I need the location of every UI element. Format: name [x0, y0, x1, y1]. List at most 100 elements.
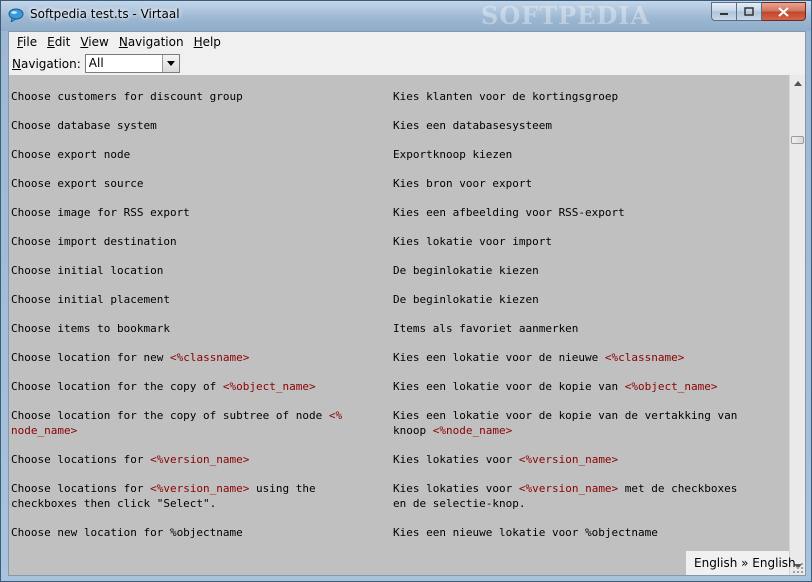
placeable-variable: <%version_name> [518, 482, 619, 495]
target-text[interactable]: Kies klanten voor de kortingsgroep [393, 89, 773, 104]
menu-edit-label: dit [54, 35, 71, 49]
source-text: Choose customers for discount group [11, 89, 381, 104]
scrollbar-thumb[interactable] [791, 136, 804, 144]
dropdown-arrow-button[interactable] [161, 55, 179, 72]
menu-file[interactable]: File [12, 32, 42, 52]
menu-navigation[interactable]: Navigation [114, 32, 189, 52]
language-pair-status[interactable]: English » English [686, 551, 796, 575]
source-text: Choose location for the copy of <%object… [11, 379, 381, 394]
navigation-filter-label: Navigation: [12, 57, 81, 71]
menu-edit[interactable]: Edit [42, 32, 75, 52]
chevron-down-icon [166, 61, 175, 66]
window-title: Softpedia test.ts - Virtaal [30, 7, 180, 21]
placeable-variable: <%version_name> [518, 453, 619, 466]
source-text: Choose image for RSS export [11, 205, 381, 220]
maximize-icon [744, 6, 754, 16]
close-icon [778, 6, 789, 17]
target-text[interactable]: Kies lokatie voor import [393, 234, 773, 249]
segment-text: Kies lokaties voor [393, 482, 519, 495]
segment-text: Choose locations for [11, 482, 151, 495]
segment-text: Choose items to bookmark [11, 322, 170, 335]
placeable-variable: <%classname> [169, 351, 250, 364]
menu-bar: File Edit View Navigation Help [9, 32, 805, 52]
menu-help-accelerator: H [193, 35, 203, 49]
segment-text: Choose location for new [11, 351, 170, 364]
segment-text: Kies lokaties voor [393, 453, 519, 466]
maximize-button[interactable] [737, 2, 762, 21]
menu-navigation-label: avigation [127, 35, 184, 49]
navigation-label-accelerator: N [12, 56, 21, 71]
segment-text: Choose database system [11, 119, 157, 132]
source-text: Choose items to bookmark [11, 321, 381, 336]
target-text[interactable]: De beginlokatie kiezen [393, 263, 773, 278]
segment-text: Kies een lokatie voor de nieuwe [393, 351, 605, 364]
window-controls [711, 2, 806, 22]
segment-text: Choose image for RSS export [11, 206, 190, 219]
placeable-variable: <%version_name> [150, 453, 250, 466]
resize-grip-icon[interactable] [789, 559, 805, 575]
placeable-variable: <%version_name> [150, 482, 250, 495]
menu-file-label: ile [23, 35, 38, 49]
segment-text: Kies een databasesysteem [393, 119, 552, 132]
segment-text: Kies een nieuwe lokatie voor %objectname [393, 526, 658, 539]
source-text: Choose location for the copy of subtree … [11, 408, 381, 438]
softpedia-watermark: SOFTPEDIA [481, 1, 651, 30]
application-window: Softpedia test.ts - Virtaal SOFTPEDIA Fi… [0, 0, 812, 582]
source-text: Choose initial placement [11, 292, 381, 307]
segment-text: Choose initial placement [11, 293, 170, 306]
menu-navigation-accelerator: N [118, 35, 128, 49]
target-text[interactable]: Kies bron voor export [393, 176, 773, 191]
virtaal-logo-icon [8, 8, 24, 22]
navigation-toolbar: Navigation: All [9, 52, 805, 75]
target-text[interactable]: Kies lokaties voor <%version_name> met d… [393, 481, 773, 511]
scroll-up-button[interactable] [790, 75, 805, 92]
source-text: Choose database system [11, 118, 381, 133]
source-text: Choose export source [11, 176, 381, 191]
source-text: Choose initial location [11, 263, 381, 278]
translation-unit-list[interactable]: Choose customers for discount group Kies … [9, 75, 789, 575]
segment-text: Kies een lokatie voor de kopie van [393, 380, 625, 393]
segment-text: De beginlokatie kiezen [393, 293, 539, 306]
scroll-up-arrow-icon [793, 81, 802, 86]
source-text: Choose export node [11, 147, 381, 162]
target-text[interactable]: Kies een databasesysteem [393, 118, 773, 133]
menu-help[interactable]: Help [189, 32, 226, 52]
placeable-variable: <%object_name> [222, 380, 316, 393]
source-text: Choose locations for <%version_name> [11, 452, 381, 467]
menu-edit-accelerator: E [47, 35, 55, 49]
minimize-button[interactable] [711, 2, 737, 21]
segment-text: Choose export source [11, 177, 144, 190]
placeable-variable: <%node_name> [432, 424, 513, 437]
vertical-scrollbar[interactable] [789, 75, 805, 575]
segment-text: Exportknoop kiezen [393, 148, 513, 161]
segment-text: Choose initial location [11, 264, 164, 277]
navigation-label-text: avigation: [20, 56, 81, 71]
navigation-filter-value: All [88, 56, 104, 70]
menu-view[interactable]: View [75, 32, 113, 52]
target-text[interactable]: Kies een lokatie voor de kopie van <%obj… [393, 379, 773, 394]
source-text: Choose import destination [11, 234, 381, 249]
source-text: Choose location for new <%classname> [11, 350, 381, 365]
target-text[interactable]: Items als favoriet aanmerken [393, 321, 773, 336]
target-text[interactable]: Kies lokaties voor <%version_name> [393, 452, 773, 467]
target-text[interactable]: Kies een nieuwe lokatie voor %objectname [393, 525, 773, 540]
segment-text: Kies lokatie voor import [393, 235, 552, 248]
segment-text: Kies een afbeelding voor RSS-export [393, 206, 625, 219]
minimize-icon [720, 12, 728, 15]
segment-text: Choose import destination [11, 235, 177, 248]
title-bar[interactable]: Softpedia test.ts - Virtaal SOFTPEDIA [1, 1, 811, 31]
target-text[interactable]: Exportknoop kiezen [393, 147, 773, 162]
target-text[interactable]: Kies een lokatie voor de kopie van de ve… [393, 408, 773, 438]
segment-text: Kies klanten voor de kortingsgroep [393, 90, 619, 103]
client-area: File Edit View Navigation Help Navigatio… [8, 31, 806, 576]
navigation-filter-dropdown[interactable]: All [84, 54, 180, 73]
target-text[interactable]: Kies een lokatie voor de nieuwe <%classn… [393, 350, 773, 365]
close-button[interactable] [762, 2, 806, 21]
target-text[interactable]: De beginlokatie kiezen [393, 292, 773, 307]
target-text[interactable]: Kies een afbeelding voor RSS-export [393, 205, 773, 220]
source-text: Choose locations for <%version_name> usi… [11, 481, 381, 511]
menu-view-label: iew [88, 35, 109, 49]
placeable-variable: <%classname> [604, 351, 685, 364]
source-text: Choose new location for %objectname [11, 525, 381, 540]
segment-text: Choose export node [11, 148, 131, 161]
